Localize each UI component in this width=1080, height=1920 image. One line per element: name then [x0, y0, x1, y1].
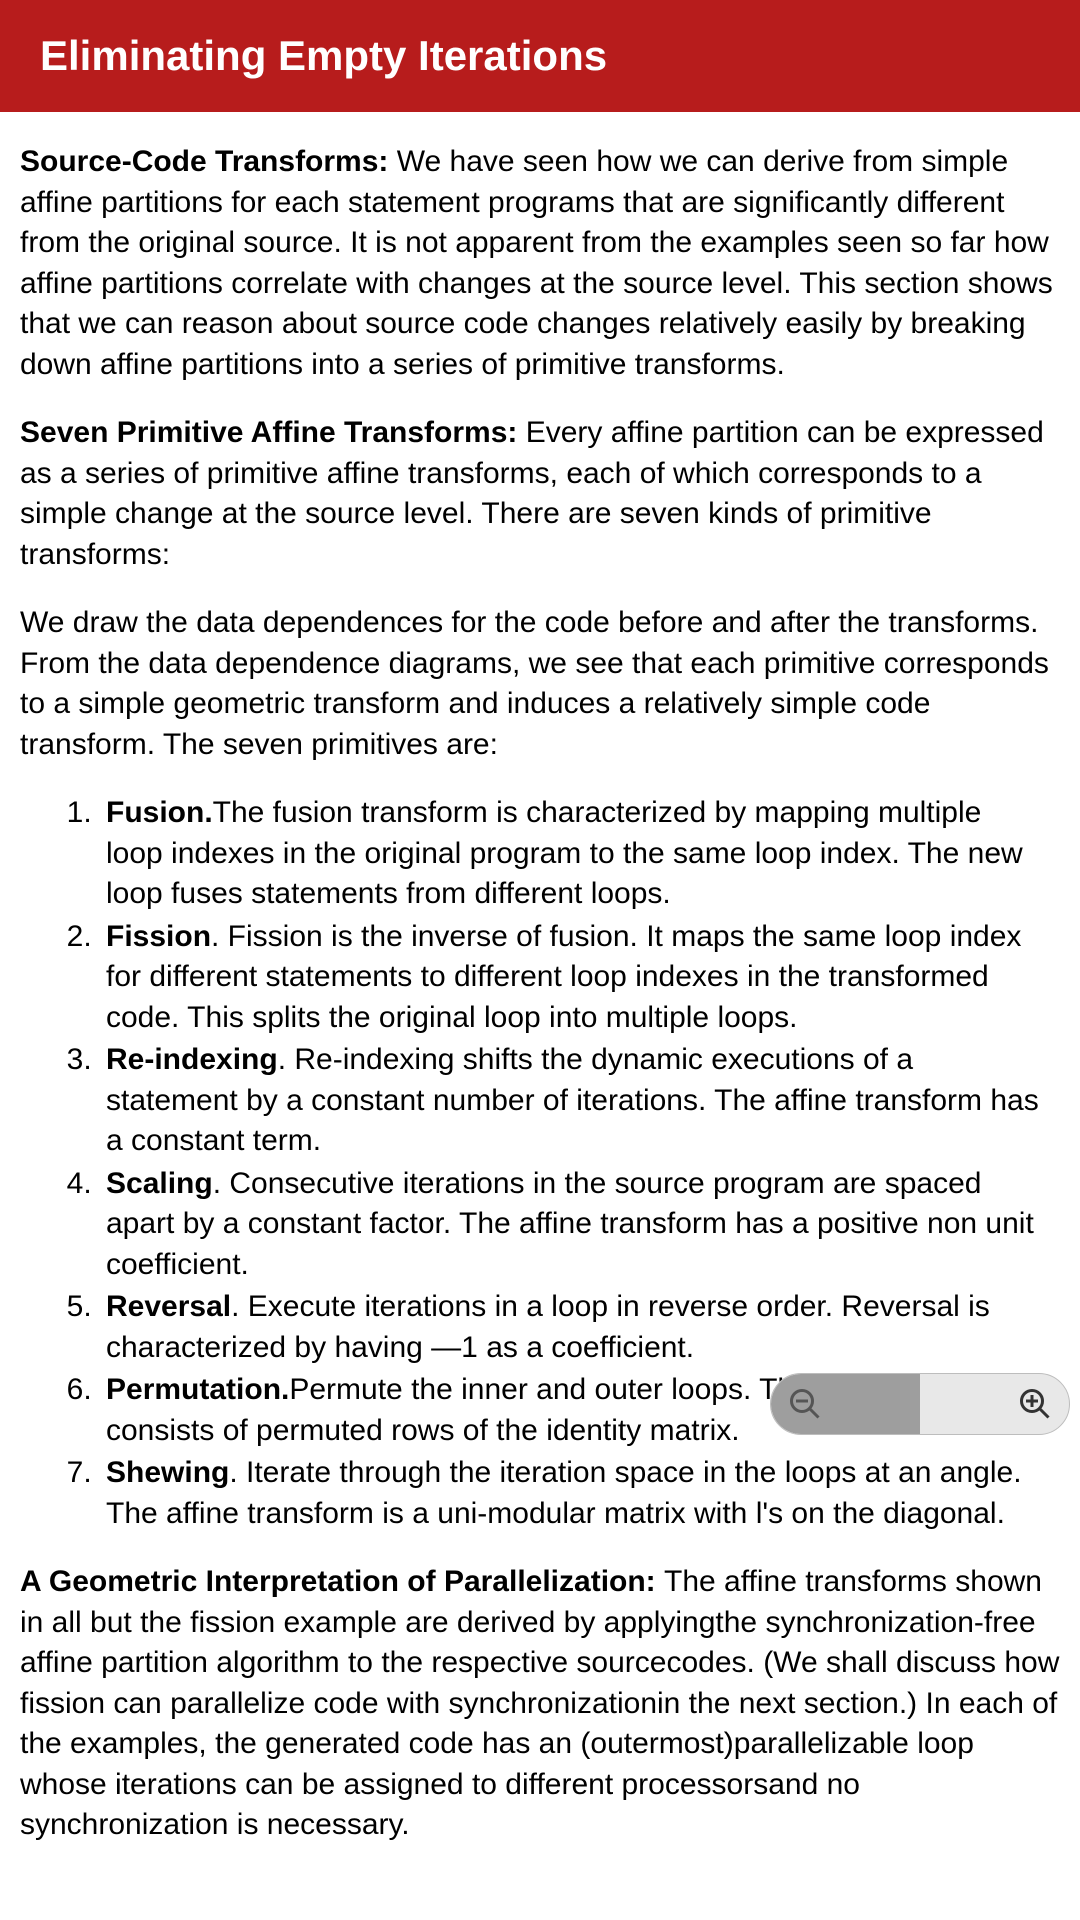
label-seven: Seven Primitive Affine Transforms:	[20, 416, 526, 449]
primitive-name: Fission	[106, 920, 211, 953]
primitive-desc: The fusion transform is characterized by…	[106, 796, 1023, 910]
paragraph-geo: A Geometric Interpretation of Paralleliz…	[20, 1562, 1060, 1846]
paragraph-seven: Seven Primitive Affine Transforms: Every…	[20, 413, 1060, 575]
list-item: Shewing. Iterate through the iteration s…	[100, 1453, 1040, 1534]
paragraph-draw: We draw the data dependences for the cod…	[20, 603, 1060, 765]
list-item: Reversal. Execute iterations in a loop i…	[100, 1287, 1040, 1368]
list-item: Fission. Fission is the inverse of fusio…	[100, 917, 1040, 1039]
body-source-code: We have seen how we can derive from simp…	[20, 145, 1053, 381]
zoom-in-icon	[1017, 1386, 1053, 1422]
zoom-control[interactable]	[770, 1373, 1070, 1435]
zoom-out-button[interactable]	[785, 1384, 825, 1424]
list-item: Re-indexing. Re-indexing shifts the dyna…	[100, 1040, 1040, 1162]
primitive-desc: . Execute iterations in a loop in revers…	[106, 1290, 990, 1364]
body-draw: We draw the data dependences for the cod…	[20, 606, 1049, 761]
list-item: Fusion.The fusion transform is character…	[100, 793, 1040, 915]
primitive-name: Permutation.	[106, 1373, 289, 1406]
body-geo: The affine transforms shown in all but t…	[20, 1565, 1059, 1841]
page-title: Eliminating Empty Iterations	[40, 32, 607, 79]
primitive-desc: . Iterate through the iteration space in…	[106, 1456, 1022, 1530]
primitive-name: Re-indexing	[106, 1043, 278, 1076]
label-source-code: Source-Code Transforms:	[20, 145, 397, 178]
primitive-name: Shewing	[106, 1456, 229, 1489]
primitive-desc: . Consecutive iterations in the source p…	[106, 1167, 1034, 1281]
page-header: Eliminating Empty Iterations	[0, 0, 1080, 112]
primitive-desc: . Fission is the inverse of fusion. It m…	[106, 920, 1021, 1034]
primitive-name: Scaling	[106, 1167, 213, 1200]
list-item: Scaling. Consecutive iterations in the s…	[100, 1164, 1040, 1286]
primitive-name: Reversal	[106, 1290, 231, 1323]
primitive-name: Fusion.	[106, 796, 213, 829]
label-geo: A Geometric Interpretation of Paralleliz…	[20, 1565, 664, 1598]
content-area: Source-Code Transforms: We have seen how…	[0, 112, 1080, 1894]
paragraph-source-code: Source-Code Transforms: We have seen how…	[20, 142, 1060, 385]
zoom-out-icon	[787, 1386, 823, 1422]
zoom-in-button[interactable]	[1015, 1384, 1055, 1424]
